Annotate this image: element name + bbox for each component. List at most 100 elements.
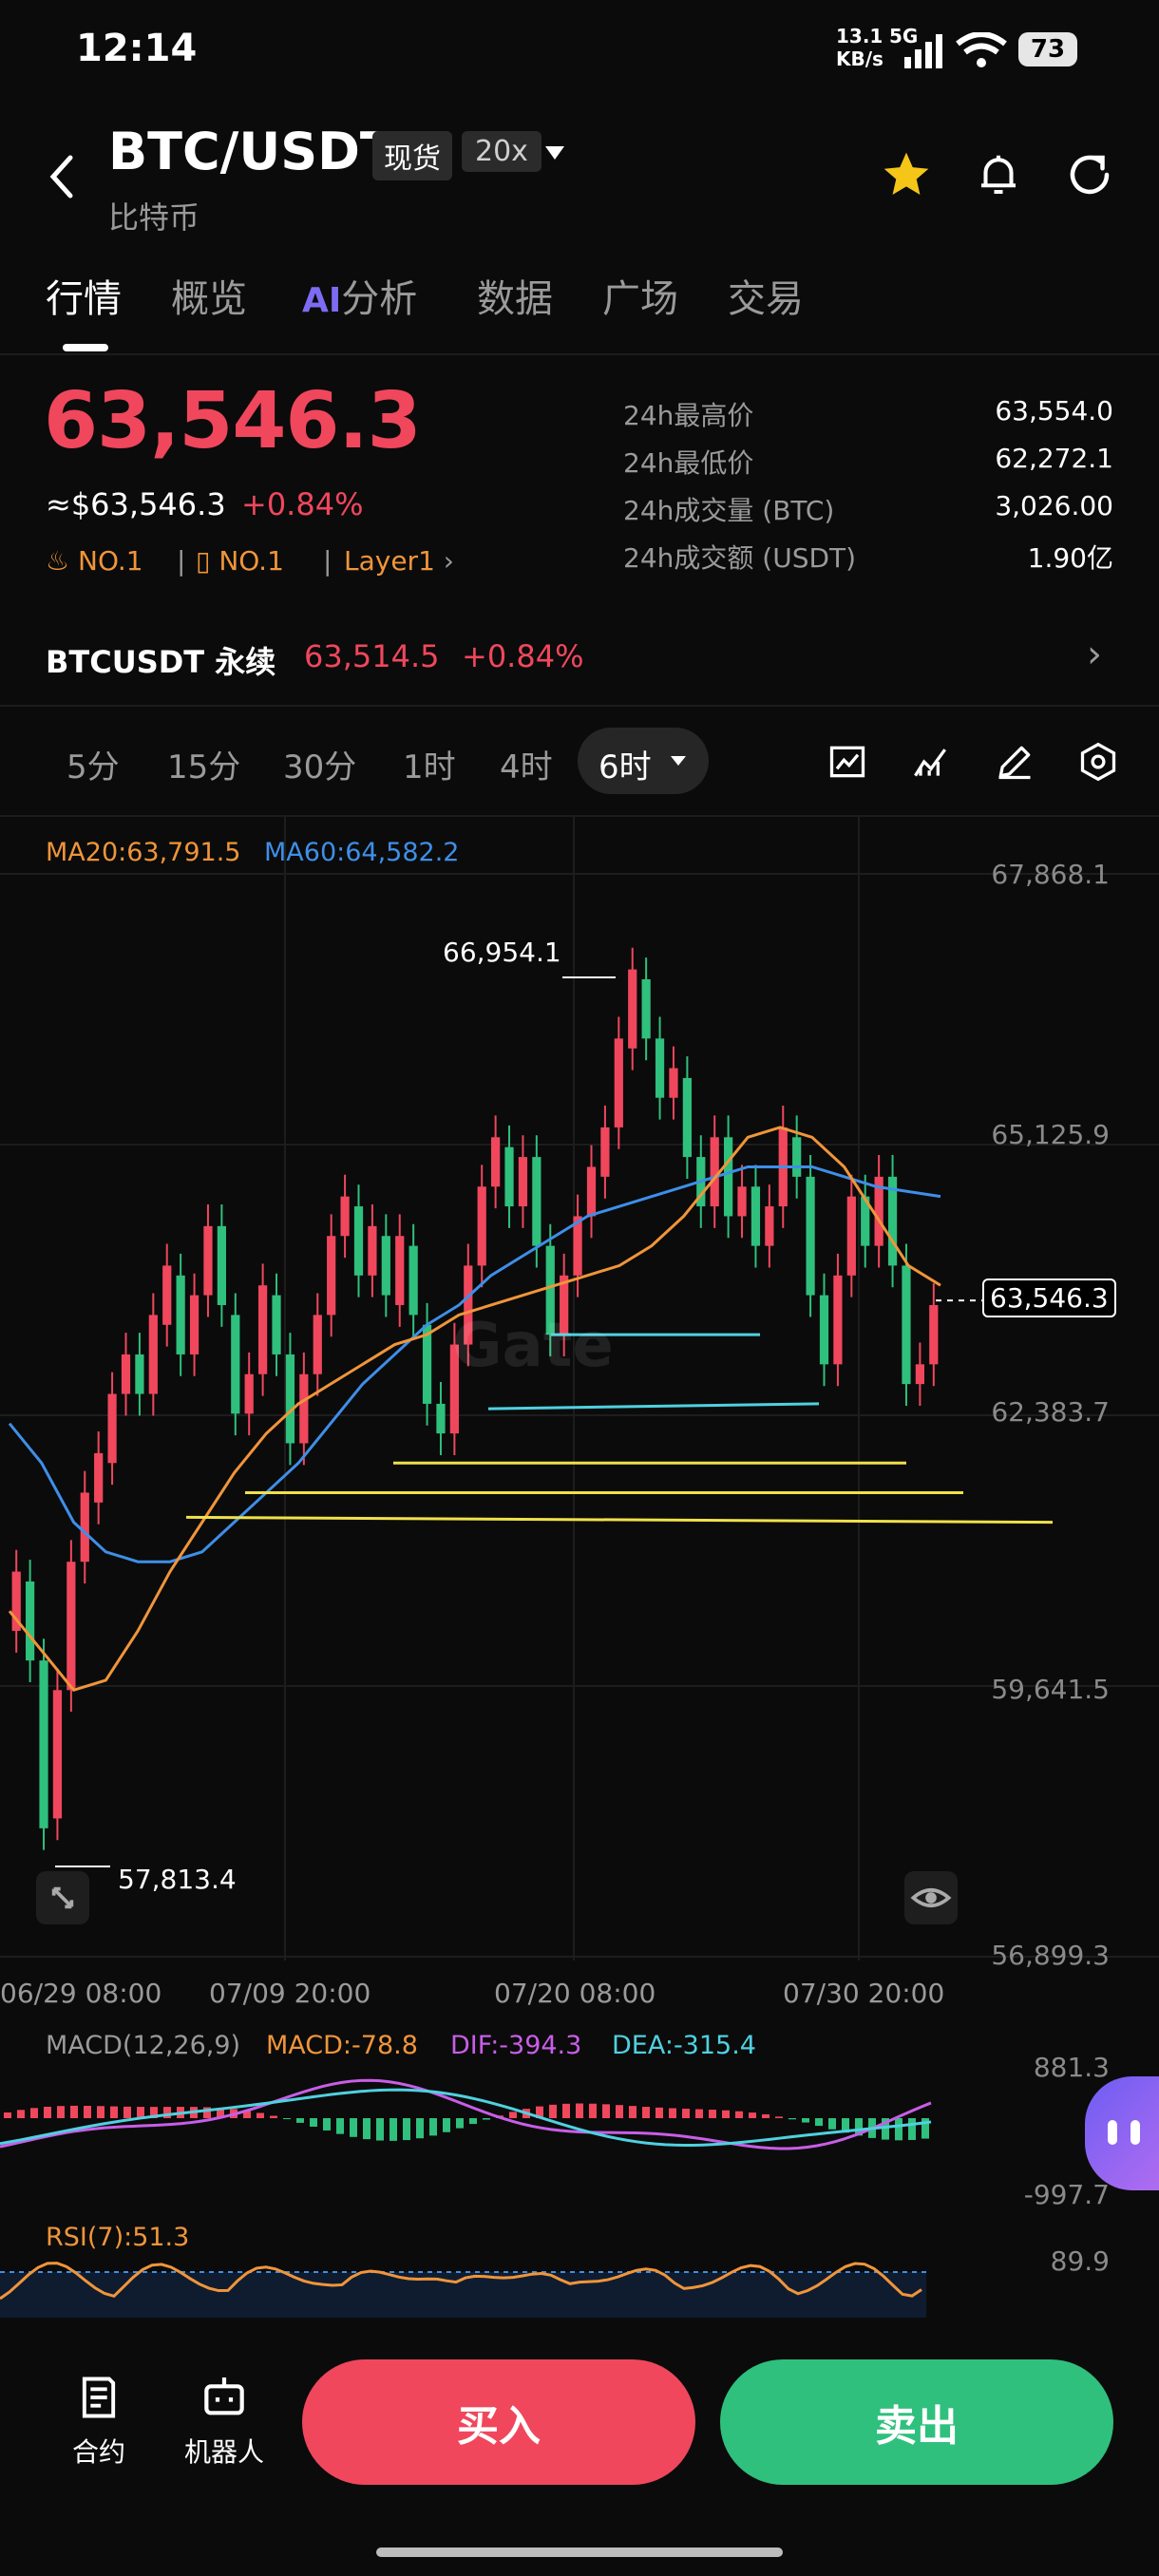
rank-tag-2[interactable]: ▯ NO.1 xyxy=(196,545,284,577)
candle-body xyxy=(846,1196,856,1276)
signal-icon xyxy=(904,34,942,68)
candle-body xyxy=(368,1225,377,1276)
timeframe-30m[interactable]: 30分 xyxy=(283,741,356,787)
current-price-tag: 63,546.3 xyxy=(982,1279,1116,1317)
stat-turnover-label: 24h成交额 (USDT) xyxy=(623,542,857,574)
sell-button[interactable]: 卖出 xyxy=(720,2359,1113,2485)
candle-body xyxy=(641,979,651,1039)
candle-body xyxy=(532,1157,542,1246)
candle-body xyxy=(614,1038,623,1127)
fullscreen-button[interactable] xyxy=(36,1871,89,1924)
macd-bar xyxy=(44,2106,51,2118)
macd-chart xyxy=(0,2078,932,2150)
macd-bar xyxy=(735,2111,743,2118)
share-icon[interactable] xyxy=(1064,148,1115,201)
candlestick-chart[interactable] xyxy=(0,817,1159,1966)
floating-assistant-button[interactable] xyxy=(1085,2076,1159,2190)
dea-value: DEA:-315.4 xyxy=(612,2031,756,2060)
y-tick-5: 56,899.3 xyxy=(991,1940,1110,1971)
draw-pencil-icon[interactable] xyxy=(994,741,1036,783)
rsi-top: 89.9 xyxy=(1050,2245,1110,2277)
stat-turnover-value: 1.90亿 xyxy=(1027,542,1113,574)
stat-low-value: 62,272.1 xyxy=(995,443,1113,474)
bell-icon[interactable] xyxy=(973,148,1024,201)
candle-body xyxy=(313,1315,322,1374)
back-arrow-icon[interactable] xyxy=(46,154,78,199)
rank-tag-1[interactable]: ♨ NO.1 xyxy=(46,545,143,577)
x-date-1: 06/29 08:00 xyxy=(0,1978,162,2009)
candle-body xyxy=(408,1245,418,1316)
macd-bar xyxy=(456,2118,464,2129)
timeframe-1h[interactable]: 1时 xyxy=(403,741,456,787)
stat-high-label: 24h最高价 xyxy=(623,400,754,431)
x-date-2: 07/09 20:00 xyxy=(209,1978,371,2009)
candle-body xyxy=(107,1393,117,1464)
macd-bar xyxy=(775,2116,783,2118)
y-tick-4: 59,641.5 xyxy=(991,1674,1110,1705)
settings-hex-icon[interactable] xyxy=(1077,741,1119,783)
candle-body xyxy=(135,1354,144,1394)
candle-body xyxy=(340,1196,350,1237)
ma20-line xyxy=(8,1126,941,1693)
perp-price: 63,514.5 xyxy=(304,638,440,674)
robot-icon xyxy=(204,2377,244,2415)
tab-ai-analysis[interactable]: AI分析 xyxy=(302,268,417,323)
visibility-button[interactable] xyxy=(904,1871,958,1924)
buy-button[interactable]: 买入 xyxy=(302,2359,695,2485)
separator: | xyxy=(177,545,186,577)
macd-bar xyxy=(283,2118,291,2120)
macd-bar xyxy=(815,2118,823,2127)
low-marker-label: 57,813.4 xyxy=(118,1864,237,1895)
macd-bar xyxy=(350,2118,357,2137)
separator: | xyxy=(323,545,332,577)
candle-body xyxy=(94,1452,104,1503)
chevron-down-icon[interactable] xyxy=(543,144,566,161)
candle-body xyxy=(299,1373,309,1444)
candle-body xyxy=(39,1660,48,1828)
price-change: +0.84% xyxy=(241,486,364,522)
tab-trade[interactable]: 交易 xyxy=(728,268,804,323)
favorite-star-icon[interactable] xyxy=(880,148,933,201)
status-time: 12:14 xyxy=(76,27,198,70)
macd-bar xyxy=(363,2118,370,2140)
macd-bar xyxy=(722,2110,730,2118)
tab-overview[interactable]: 概览 xyxy=(171,268,247,323)
macd-bar xyxy=(376,2118,384,2141)
macd-bar xyxy=(336,2118,344,2134)
candle-body xyxy=(655,1038,665,1098)
leverage-badge[interactable]: 20x xyxy=(462,131,542,172)
macd-bar xyxy=(70,2105,78,2118)
macd-bar xyxy=(562,2103,570,2118)
macd-bar xyxy=(443,2118,450,2132)
chevron-right-icon: › xyxy=(1087,633,1102,676)
pair-title: BTC/USDT xyxy=(108,122,395,181)
timeframe-4h[interactable]: 4时 xyxy=(500,741,553,787)
timeframe-5m[interactable]: 5分 xyxy=(66,741,120,787)
contract-button[interactable]: 合约 xyxy=(65,2371,133,2475)
chart-type-icon[interactable] xyxy=(826,741,868,783)
tab-market[interactable]: 行情 xyxy=(46,268,122,323)
market-cap-icon: ▯ xyxy=(196,545,211,577)
macd-bar xyxy=(642,2107,650,2118)
perp-row[interactable]: BTCUSDT 永续 63,514.5 +0.84% › xyxy=(0,617,1159,693)
candle-body xyxy=(586,1166,597,1217)
candle-body xyxy=(806,1176,815,1296)
candle-body xyxy=(26,1581,35,1661)
y-tick-1: 67,868.1 xyxy=(991,859,1110,890)
tab-square[interactable]: 广场 xyxy=(602,268,678,323)
rank-tag-2-label: NO.1 xyxy=(218,545,284,577)
timeframe-selected[interactable]: 6时 xyxy=(578,728,709,794)
section-divider xyxy=(0,705,1159,707)
battery-level: 73 xyxy=(1030,35,1066,64)
macd-bar xyxy=(17,2110,25,2118)
robot-button[interactable]: 机器人 xyxy=(177,2371,272,2475)
home-indicator xyxy=(376,2548,783,2557)
tab-data[interactable]: 数据 xyxy=(477,268,553,323)
macd-bar xyxy=(709,2110,716,2118)
chevron-right-icon: › xyxy=(443,545,454,577)
category-tag[interactable]: Layer1 › xyxy=(344,545,454,577)
timeframe-15m[interactable]: 15分 xyxy=(167,741,240,787)
indicator-icon[interactable] xyxy=(910,741,952,783)
macd-bar xyxy=(629,2106,636,2118)
assistant-eyes-icon xyxy=(1106,2120,1144,2145)
